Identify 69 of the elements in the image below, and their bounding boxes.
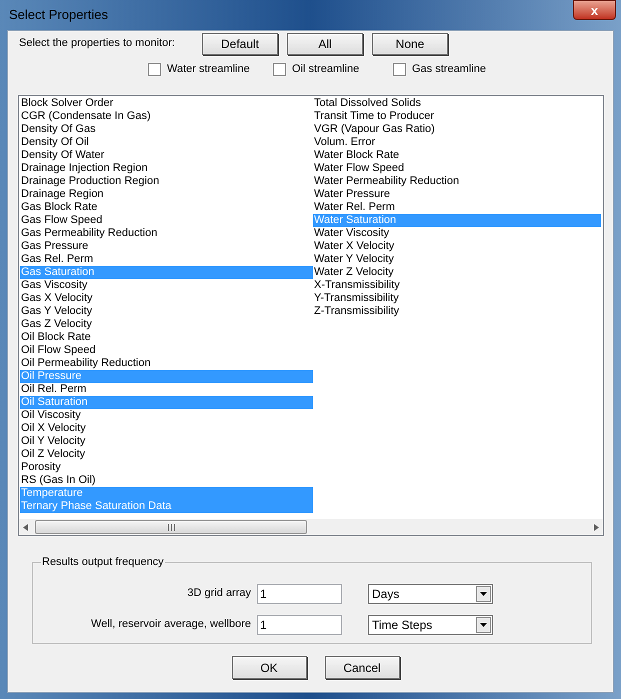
list-item[interactable]: Density Of Oil xyxy=(20,136,313,149)
dialog-button[interactable]: OK xyxy=(232,656,306,679)
list-item[interactable]: Oil Z Velocity xyxy=(20,448,313,461)
grip-icon xyxy=(168,524,174,530)
list-item[interactable]: Gas Rel. Perm xyxy=(20,253,313,266)
list-item[interactable]: Water Flow Speed xyxy=(313,162,601,175)
list-item[interactable]: Volum. Error xyxy=(313,136,601,149)
list-item[interactable]: Block Solver Order xyxy=(20,97,313,110)
list-item[interactable]: Density Of Gas xyxy=(20,123,313,136)
list-item[interactable]: RS (Gas In Oil) xyxy=(20,474,313,487)
list-item[interactable]: Water Rel. Perm xyxy=(313,201,601,214)
list-item[interactable]: Oil Flow Speed xyxy=(20,344,313,357)
list-item[interactable]: Water Permeability Reduction xyxy=(313,175,601,188)
list-item[interactable]: X-Transmissibility xyxy=(313,279,601,292)
scroll-left-icon[interactable] xyxy=(23,524,28,530)
list-item[interactable]: CGR (Condensate In Gas) xyxy=(20,110,313,123)
list-item[interactable]: Gas Viscosity xyxy=(20,279,313,292)
checkbox[interactable] xyxy=(148,62,161,76)
streamline-checkbox[interactable]: Water streamline xyxy=(148,60,253,78)
list-item[interactable]: Drainage Production Region xyxy=(20,175,313,188)
checkbox[interactable] xyxy=(393,62,406,76)
list-item[interactable]: Water Z Velocity xyxy=(313,266,601,279)
prompt-label: Select the properties to monitor: xyxy=(19,36,176,51)
list-item[interactable]: Drainage Injection Region xyxy=(20,162,313,175)
checkbox[interactable] xyxy=(273,62,286,76)
input-field[interactable]: 1 xyxy=(257,584,342,604)
field-label: Well, reservoir average, wellbore xyxy=(90,617,252,632)
list-item[interactable]: Oil Permeability Reduction xyxy=(20,357,313,370)
unit-dropdown[interactable]: Days xyxy=(368,584,493,604)
list-item[interactable]: Total Dissolved Solids xyxy=(313,97,601,110)
list-item[interactable]: Gas Flow Speed xyxy=(20,214,313,227)
list-item[interactable]: Porosity xyxy=(20,461,313,474)
list-item[interactable]: Oil Viscosity xyxy=(20,409,313,422)
list-item[interactable]: Y-Transmissibility xyxy=(313,292,601,305)
group-title: Results output frequency xyxy=(41,555,165,570)
list-item[interactable]: Gas Z Velocity xyxy=(20,318,313,331)
action-button[interactable]: Default xyxy=(202,33,278,55)
list-item[interactable]: Density Of Water xyxy=(20,149,313,162)
close-button[interactable]: x xyxy=(573,0,616,20)
scroll-thumb[interactable] xyxy=(35,520,307,534)
list-item[interactable]: Gas Y Velocity xyxy=(20,305,313,318)
list-item[interactable]: Water Viscosity xyxy=(313,227,601,240)
list-item[interactable]: Z-Transmissibility xyxy=(313,305,601,318)
unit-dropdown[interactable]: Time Steps xyxy=(368,614,493,634)
dialog-button[interactable]: Cancel xyxy=(324,656,400,679)
list-item[interactable]: Water Pressure xyxy=(313,188,601,201)
list-item[interactable]: Oil Rel. Perm xyxy=(20,383,313,396)
list-item[interactable]: Gas X Velocity xyxy=(20,292,313,305)
streamline-checkbox[interactable]: Oil streamline xyxy=(273,60,373,78)
scroll-right-icon[interactable] xyxy=(594,524,599,530)
list-item[interactable]: Oil X Velocity xyxy=(20,422,313,435)
list-item[interactable]: Gas Pressure xyxy=(20,240,313,253)
list-item[interactable]: Water Block Rate xyxy=(313,149,601,162)
list-item[interactable]: Drainage Region xyxy=(20,188,313,201)
list-item[interactable]: Oil Y Velocity xyxy=(20,435,313,448)
list-item[interactable]: Gas Block Rate xyxy=(20,201,313,214)
list-item[interactable]: Water Y Velocity xyxy=(313,253,601,266)
list-item[interactable]: Gas Permeability Reduction xyxy=(20,227,313,240)
list-item[interactable]: Transit Time to Producer xyxy=(313,110,601,123)
horizontal-scrollbar[interactable] xyxy=(19,519,603,535)
list-item[interactable]: VGR (Vapour Gas Ratio) xyxy=(313,123,601,136)
field-label: 3D grid array xyxy=(186,586,252,602)
list-item[interactable]: Water X Velocity xyxy=(313,240,601,253)
input-field[interactable]: 1 xyxy=(257,614,342,634)
action-button[interactable]: None xyxy=(372,33,448,55)
list-item[interactable]: Oil Block Rate xyxy=(20,331,313,344)
streamline-checkbox[interactable]: Gas streamline xyxy=(393,60,498,78)
window-title: Select Properties xyxy=(9,6,108,24)
action-button[interactable]: All xyxy=(287,33,363,55)
